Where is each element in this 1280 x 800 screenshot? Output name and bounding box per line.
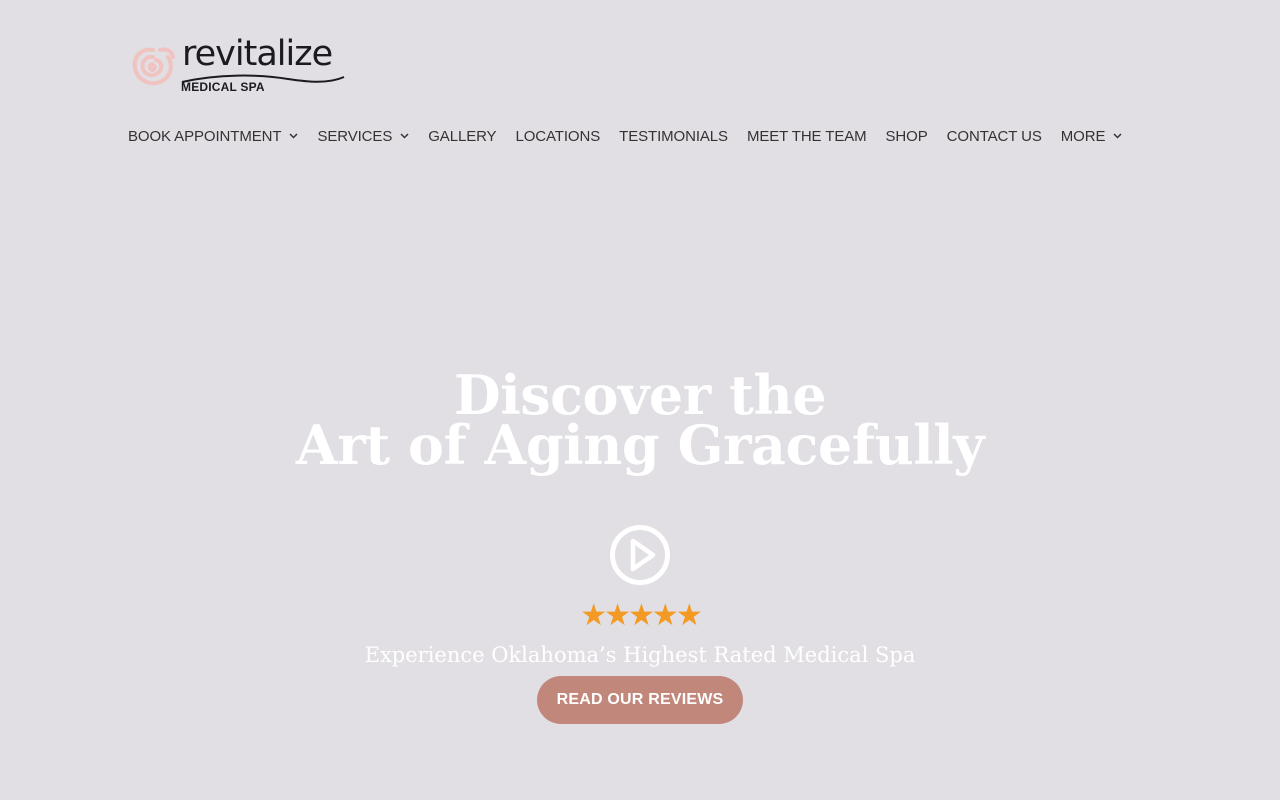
nav-item-testimonials[interactable]: TESTIMONIALS bbox=[619, 128, 728, 145]
nav-item-shop[interactable]: SHOP bbox=[886, 128, 928, 145]
nav-item-label: BOOK APPOINTMENT bbox=[128, 127, 282, 145]
nav-item-services[interactable]: SERVICES bbox=[317, 128, 409, 145]
read-reviews-button[interactable]: READ OUR REVIEWS bbox=[537, 676, 743, 724]
hero-tagline: Experience Oklahoma’s Highest Rated Medi… bbox=[364, 643, 916, 667]
nav-item-label: MORE bbox=[1060, 127, 1106, 145]
rating-stars: ★★★★★ bbox=[580, 598, 702, 633]
nav-item-label: SERVICES bbox=[317, 127, 393, 145]
nav-item-meet-the-team[interactable]: MEET THE TEAM bbox=[747, 128, 867, 145]
chevron-down-icon bbox=[400, 133, 409, 139]
nav-item-contact-us[interactable]: CONTACT US bbox=[947, 128, 1042, 145]
nav-item-label: CONTACT US bbox=[946, 127, 1042, 145]
hero-title: Discover the Art of Aging Gracefully bbox=[0, 368, 1280, 477]
chevron-down-icon bbox=[1113, 133, 1122, 139]
nav-item-book-appointment[interactable]: BOOK APPOINTMENT bbox=[128, 128, 298, 145]
nav-item-gallery[interactable]: GALLERY bbox=[428, 128, 496, 145]
brand-name: revitalize bbox=[182, 34, 333, 74]
nav-item-label: GALLERY bbox=[428, 127, 497, 145]
site-header: revitalize MEDICAL SPA BOOK APPOINTMENT … bbox=[0, 0, 1280, 170]
nav-item-more[interactable]: MORE bbox=[1061, 128, 1123, 145]
main-nav: BOOK APPOINTMENT SERVICES GALLERY LOCATI… bbox=[128, 126, 1141, 146]
play-circle-icon[interactable] bbox=[609, 524, 671, 586]
nav-item-label: MEET THE TEAM bbox=[746, 127, 867, 145]
chevron-down-icon bbox=[289, 133, 298, 139]
brand-subtitle: MEDICAL SPA bbox=[181, 80, 265, 94]
nav-item-label: TESTIMONIALS bbox=[619, 127, 728, 145]
nav-item-label: LOCATIONS bbox=[515, 127, 601, 145]
logo[interactable]: revitalize MEDICAL SPA bbox=[128, 34, 348, 98]
nav-item-label: SHOP bbox=[885, 127, 928, 145]
nav-item-locations[interactable]: LOCATIONS bbox=[515, 128, 600, 145]
hero-title-line-2: Art of Aging Gracefully bbox=[295, 413, 985, 477]
hero-section: Discover the Art of Aging Gracefully bbox=[0, 368, 1280, 477]
rose-icon bbox=[132, 47, 175, 86]
